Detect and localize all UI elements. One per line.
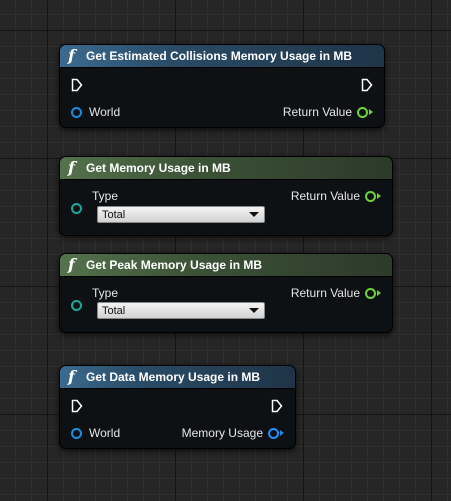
node-header[interactable]: f Get Estimated Collisions Memory Usage … [60, 45, 384, 68]
return-value-label: Return Value [290, 189, 360, 203]
node-title: Get Memory Usage in MB [86, 161, 231, 175]
node-title: Get Data Memory Usage in MB [86, 370, 261, 384]
type-select-value: Total [102, 304, 126, 317]
world-pin-icon [71, 427, 82, 439]
type-pin-label: Type [92, 189, 119, 203]
exec-in-pin[interactable] [71, 78, 83, 92]
return-value-label: Return Value [282, 105, 352, 119]
world-pin-label: World [89, 105, 121, 119]
node-get-data-memory-usage[interactable]: f Get Data Memory Usage in MB World Memo… [59, 365, 296, 449]
chevron-down-icon [249, 212, 259, 217]
type-select[interactable]: Total [97, 206, 265, 223]
node-get-peak-memory-usage[interactable]: f Get Peak Memory Usage in MB Type Total… [59, 253, 393, 333]
function-icon: f [68, 158, 75, 177]
pin-arrow-icon [377, 193, 381, 199]
node-get-estimated-collisions-memory-usage[interactable]: f Get Estimated Collisions Memory Usage … [59, 44, 385, 128]
node-header[interactable]: f Get Memory Usage in MB [60, 157, 392, 180]
memory-usage-label: Memory Usage [181, 426, 263, 440]
node-title: Get Estimated Collisions Memory Usage in… [86, 49, 353, 63]
function-icon: f [68, 367, 75, 386]
function-icon: f [68, 255, 75, 274]
exec-out-pin[interactable] [271, 399, 283, 413]
pin-arrow-icon [280, 430, 284, 436]
return-value-output-pin[interactable]: Return Value [291, 286, 381, 300]
return-value-label: Return Value [290, 286, 360, 300]
node-header[interactable]: f Get Data Memory Usage in MB [60, 366, 295, 389]
node-title: Get Peak Memory Usage in MB [86, 258, 263, 272]
type-pin-label: Type [92, 286, 119, 300]
node-header[interactable]: f Get Peak Memory Usage in MB [60, 254, 392, 277]
pin-arrow-icon [369, 109, 373, 115]
memory-usage-output-pin[interactable]: Memory Usage [182, 426, 284, 440]
node-get-memory-usage[interactable]: f Get Memory Usage in MB Type Total Retu… [59, 156, 393, 236]
world-input-pin[interactable]: World [71, 105, 120, 119]
return-value-output-pin[interactable]: Return Value [291, 189, 381, 203]
type-select-value: Total [102, 208, 126, 221]
float-pin-icon [268, 427, 279, 439]
enum-pin-icon [71, 203, 82, 214]
chevron-down-icon [249, 308, 259, 313]
function-icon: f [68, 46, 75, 65]
world-pin-icon [71, 106, 82, 118]
type-select[interactable]: Total [97, 302, 265, 319]
int-pin-icon [365, 190, 376, 202]
int-pin-icon [357, 106, 368, 118]
enum-pin-icon [71, 300, 82, 311]
world-input-pin[interactable]: World [71, 426, 120, 440]
int-pin-icon [365, 287, 376, 299]
exec-out-pin[interactable] [361, 78, 373, 92]
pin-arrow-icon [377, 290, 381, 296]
world-pin-label: World [89, 426, 121, 440]
return-value-output-pin[interactable]: Return Value [283, 105, 373, 119]
exec-in-pin[interactable] [71, 399, 83, 413]
